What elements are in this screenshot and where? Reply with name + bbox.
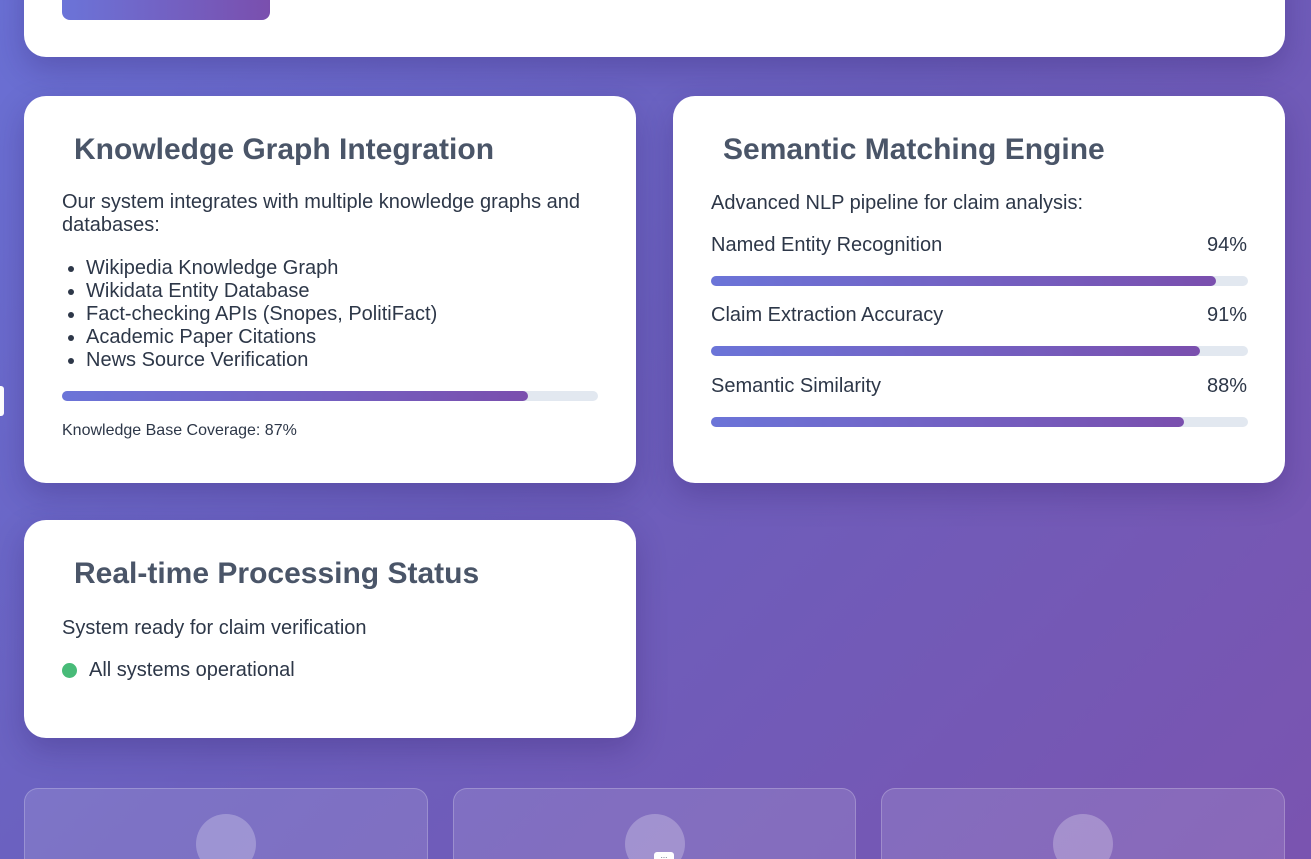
coverage-label: Knowledge Base Coverage: 87%: [62, 422, 297, 439]
more-options-icon[interactable]: ...: [654, 852, 674, 859]
status-description: System ready for claim verification: [62, 617, 367, 639]
status-indicator: All systems operational: [62, 659, 295, 682]
status-text: All systems operational: [89, 659, 295, 681]
list-item: Academic Paper Citations: [86, 326, 437, 349]
metric-bar-fill: [711, 346, 1200, 356]
list-item: Wikidata Entity Database: [86, 280, 437, 303]
metric-bar-ner: [711, 276, 1248, 286]
metric-value-ner: 94%: [1206, 234, 1247, 256]
feature-icon: [1053, 814, 1113, 859]
realtime-status-card: Real-time Processing Status System ready…: [24, 520, 636, 738]
metric-bar-fill: [711, 276, 1216, 286]
card-description: Our system integrates with multiple know…: [62, 191, 581, 236]
card-title: Knowledge Graph Integration: [74, 133, 495, 166]
card-description: Advanced NLP pipeline for claim analysis…: [711, 192, 1084, 214]
feature-card[interactable]: [881, 788, 1285, 859]
metric-label-ner: Named Entity Recognition: [711, 234, 943, 256]
side-drawer-handle[interactable]: [0, 386, 4, 416]
metric-value-extraction: 91%: [1206, 304, 1247, 326]
status-dot-icon: [62, 663, 77, 678]
metric-bar-extraction: [711, 346, 1248, 356]
metric-bar-fill: [711, 417, 1184, 427]
input-card: Extract Claims: [24, 0, 1285, 57]
metric-bar-similarity: [711, 417, 1248, 427]
list-item: Fact-checking APIs (Snopes, PolitiFact): [86, 303, 437, 326]
coverage-progress-bar: [62, 391, 598, 401]
list-item: News Source Verification: [86, 349, 437, 372]
card-title: Real-time Processing Status: [74, 557, 480, 590]
feature-icon: [196, 814, 256, 859]
card-title: Semantic Matching Engine: [723, 133, 1105, 166]
source-list: Wikipedia Knowledge Graph Wikidata Entit…: [86, 257, 437, 372]
coverage-progress-fill: [62, 391, 529, 401]
semantic-engine-card: Semantic Matching Engine Advanced NLP pi…: [673, 96, 1285, 483]
feature-card[interactable]: [453, 788, 856, 859]
list-item: Wikipedia Knowledge Graph: [86, 257, 437, 280]
metric-label-similarity: Semantic Similarity: [711, 375, 882, 397]
metric-label-extraction: Claim Extraction Accuracy: [711, 304, 944, 326]
metric-value-similarity: 88%: [1206, 375, 1247, 397]
extract-claims-button[interactable]: Extract Claims: [62, 0, 270, 20]
feature-card[interactable]: [24, 788, 428, 859]
knowledge-graph-card: Knowledge Graph Integration Our system i…: [24, 96, 636, 483]
